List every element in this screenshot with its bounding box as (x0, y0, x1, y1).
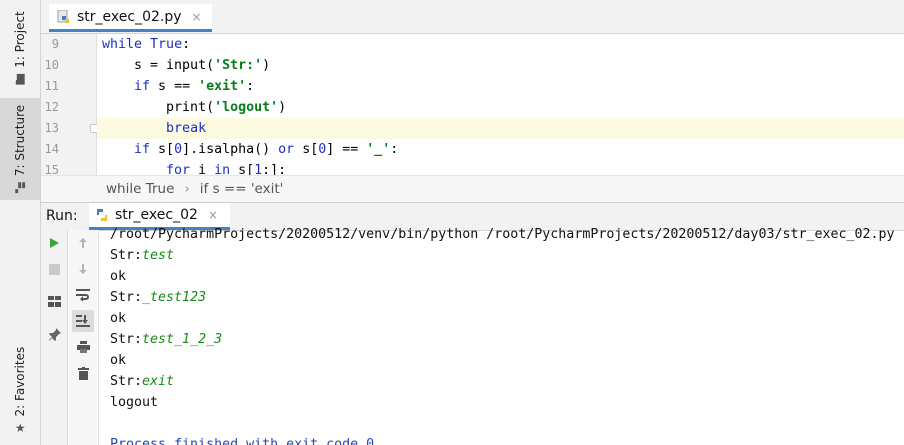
console-command-line: /root/PycharmProjects/20200512/venv/bin/… (110, 227, 895, 242)
console-line: Str:test_1_2_3 (110, 329, 222, 350)
run-tab-close-icon[interactable]: × (208, 208, 218, 222)
python-file-icon (57, 9, 69, 23)
line-number: 15 (44, 163, 59, 175)
code-line: for i in s[1:]: (166, 163, 287, 175)
favorites-tab-label: 2: Favorites (13, 346, 27, 417)
favorites-tool-tab[interactable]: ★ 2: Favorites (0, 340, 40, 440)
run-toolbar-secondary (68, 230, 99, 445)
editor-tab-close-icon[interactable]: × (192, 10, 202, 24)
code-line-current: break (97, 118, 904, 139)
run-toolbar-primary (41, 230, 68, 445)
soft-wrap-button[interactable] (72, 284, 94, 306)
editor-tab-str-exec-02[interactable]: str_exec_02.py × (49, 4, 212, 32)
line-number: 14 (44, 142, 59, 156)
code-line: if s == 'exit': (134, 79, 255, 94)
line-number: 12 (44, 100, 59, 114)
trash-icon (77, 366, 89, 380)
code-area[interactable]: while True: s = input('Str:') if s == 'e… (97, 34, 904, 175)
pin-button[interactable] (43, 323, 65, 345)
line-number: 13 (44, 121, 59, 135)
console-line: logout (110, 395, 159, 410)
folder-icon (16, 73, 25, 85)
console-line: ok (110, 269, 127, 284)
down-button[interactable] (72, 258, 94, 280)
layout-icon (47, 295, 61, 307)
console-line: Str:test (110, 245, 174, 266)
star-icon: ★ (14, 420, 26, 435)
console-line: ok (110, 311, 127, 326)
structure-tab-label: 7: Structure (13, 104, 28, 177)
stop-button[interactable] (43, 258, 65, 280)
code-line: s = input('Str:') (102, 58, 271, 73)
scroll-to-end-icon (76, 315, 90, 327)
clear-all-button[interactable] (72, 362, 94, 384)
line-number: 10 (44, 58, 59, 72)
line-number: 9 (51, 37, 59, 51)
code-line: while True: (102, 37, 191, 52)
pin-icon (48, 327, 61, 341)
down-arrow-icon (79, 264, 87, 274)
console-user-input: test (142, 248, 175, 263)
breadcrumb: while True › if s == 'exit' (41, 175, 904, 202)
breadcrumb-item-if[interactable]: if s == 'exit' (200, 181, 284, 197)
up-arrow-icon (79, 238, 87, 248)
code-line: if s[0].isalpha() or s[0] == '_': (134, 142, 399, 157)
structure-icon (15, 182, 26, 194)
console-prompt: Str: (110, 332, 143, 347)
scroll-to-end-button[interactable] (72, 310, 94, 332)
project-tab-label: 1: Project (13, 11, 27, 68)
structure-tool-tab[interactable]: 7: Structure (0, 98, 40, 200)
code-editor[interactable]: 9 10 11 12 13 14 15 while True: s = inpu… (41, 34, 904, 175)
layout-button[interactable] (43, 290, 65, 312)
print-button[interactable] (72, 336, 94, 358)
project-tool-tab[interactable]: 1: Project (0, 6, 40, 90)
tool-window-stripe: 1: Project 7: Structure ★ 2: Favorites (0, 0, 41, 445)
code-line: print('logout') (102, 100, 287, 115)
breadcrumb-item-while[interactable]: while True (106, 181, 174, 197)
run-label: Run: (46, 208, 78, 224)
python-run-icon (97, 209, 107, 221)
console-line: Str:exit (110, 371, 174, 392)
console-line: ok (110, 353, 127, 368)
console-user-input: test_1_2_3 (142, 332, 223, 347)
rerun-button[interactable] (43, 232, 65, 254)
up-button[interactable] (72, 232, 94, 254)
run-tab-title: str_exec_02 (115, 207, 198, 223)
line-number: 11 (44, 79, 59, 93)
console-prompt: Str: (110, 290, 143, 305)
console-line: Str:_test123 (110, 287, 206, 308)
editor-tab-title: str_exec_02.py (77, 8, 182, 25)
console-process-finished: Process finished with exit code 0 (110, 437, 375, 445)
console-user-input: _test123 (142, 290, 207, 305)
print-icon (76, 341, 90, 353)
stop-icon (48, 263, 60, 275)
breadcrumb-separator-icon: › (184, 181, 190, 197)
console-prompt: Str: (110, 374, 143, 389)
line-number-gutter: 9 10 11 12 13 14 15 (41, 34, 99, 175)
console-output[interactable]: /root/PycharmProjects/20200512/venv/bin/… (105, 226, 904, 445)
soft-wrap-icon (76, 289, 90, 301)
console-user-input: exit (142, 374, 175, 389)
editor-tab-bar: str_exec_02.py × (41, 0, 904, 34)
console-prompt: Str: (110, 248, 143, 263)
run-icon (50, 238, 59, 248)
